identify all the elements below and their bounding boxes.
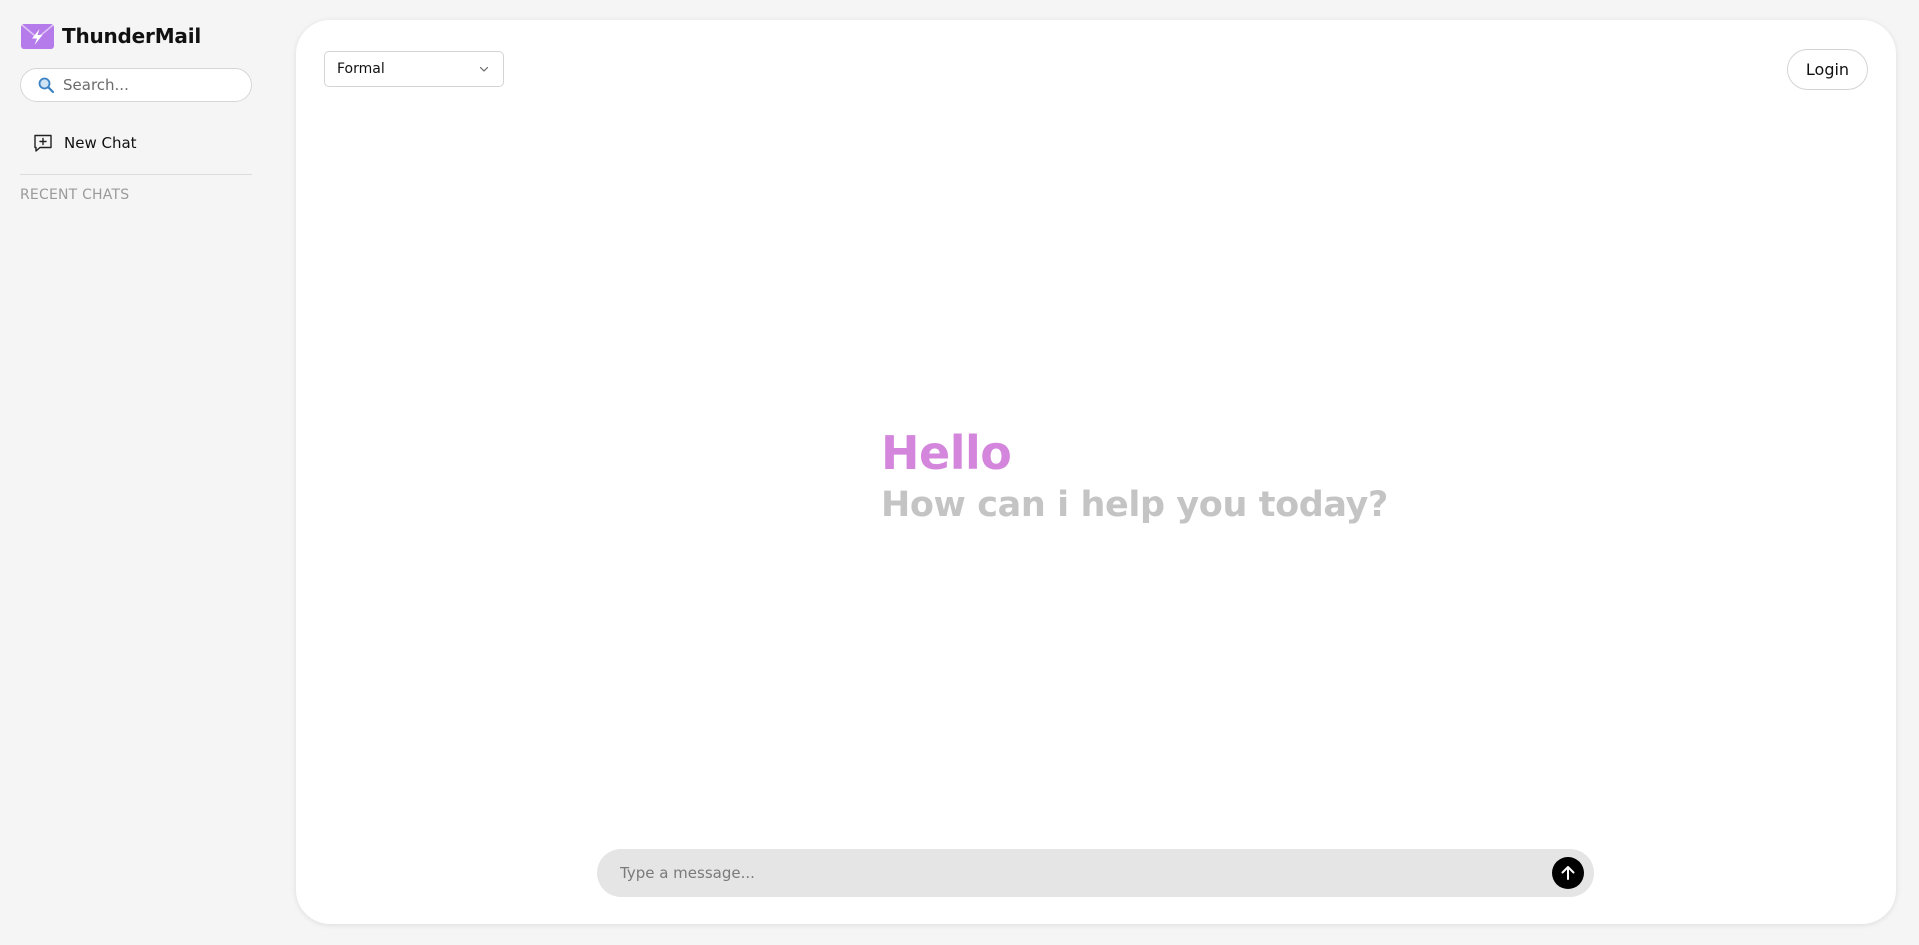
new-chat-label: New Chat (64, 134, 137, 152)
send-button[interactable] (1552, 857, 1584, 889)
main-panel: Formal Login Hello How can i help you to… (296, 20, 1896, 924)
message-composer[interactable] (597, 849, 1594, 897)
login-button[interactable]: Login (1787, 49, 1868, 90)
greeting-hello: Hello (881, 426, 1012, 480)
envelope-lightning-icon (21, 23, 54, 49)
app: ThunderMail New Chat RECENT CHATS Formal (0, 0, 1919, 945)
arrow-up-icon (1561, 866, 1575, 880)
greeting: Hello How can i help you today? (881, 425, 1388, 527)
brand[interactable]: ThunderMail (21, 20, 252, 52)
tone-select[interactable]: Formal (324, 51, 504, 87)
sidebar: ThunderMail New Chat RECENT CHATS (0, 0, 272, 945)
sidebar-divider (20, 174, 252, 175)
brand-name: ThunderMail (62, 24, 202, 48)
message-input[interactable] (620, 864, 1552, 882)
search-icon (38, 77, 55, 94)
search-input[interactable] (63, 76, 237, 94)
chevron-down-icon (479, 66, 489, 72)
message-plus-icon (34, 134, 52, 152)
tone-select-value: Formal (337, 61, 385, 77)
greeting-subtitle: How can i help you today? (881, 485, 1388, 525)
search-box[interactable] (20, 68, 252, 102)
new-chat-button[interactable]: New Chat (20, 128, 252, 158)
recent-chats-heading: RECENT CHATS (20, 187, 130, 203)
